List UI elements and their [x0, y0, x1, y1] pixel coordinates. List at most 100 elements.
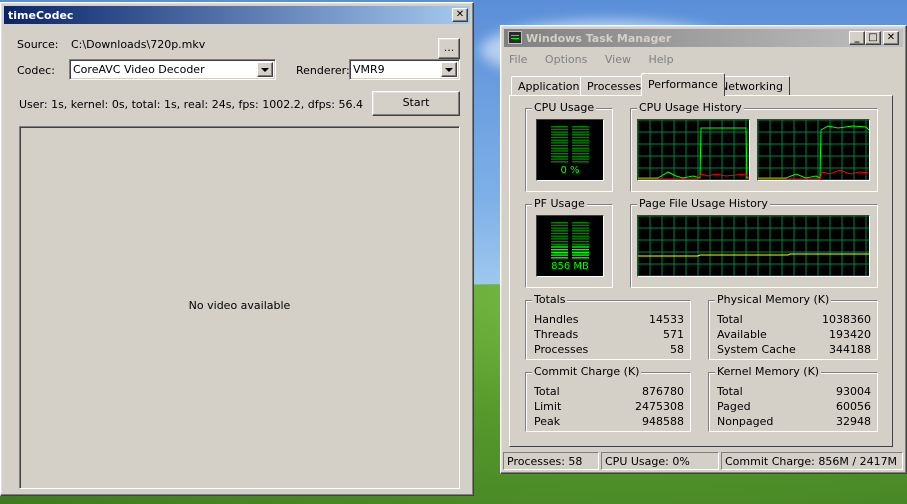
- meter-segment: [551, 131, 568, 133]
- meter-segment: [551, 134, 568, 136]
- physical-memory-label: Physical Memory (K): [715, 293, 832, 306]
- codec-select-value: CoreAVC Video Decoder: [73, 63, 205, 76]
- commit-peak-value: 948588: [642, 415, 684, 428]
- close-icon: ✕: [886, 32, 896, 43]
- pf-usage-group: PF Usage 856 MB: [525, 197, 613, 288]
- tab-label: Processes: [587, 80, 642, 93]
- maximize-icon: □: [868, 32, 878, 43]
- meter-segment: [572, 161, 589, 163]
- task-manager-titlebar[interactable]: Windows Task Manager _ □ ✕: [504, 29, 903, 47]
- kernel-memory-label: Kernel Memory (K): [715, 365, 822, 378]
- renderer-dropdown-button[interactable]: [441, 62, 457, 77]
- chevron-down-icon: [445, 67, 453, 72]
- task-manager-title: Windows Task Manager: [526, 31, 672, 45]
- close-icon: ✕: [455, 9, 465, 20]
- source-path: C:\Downloads\720p.mkv: [71, 38, 206, 51]
- meter-segment: [551, 240, 568, 243]
- tab-label: Performance: [648, 78, 718, 91]
- minimize-button[interactable]: _: [849, 31, 865, 45]
- meter-segment: [572, 243, 589, 245]
- start-button[interactable]: Start: [372, 91, 460, 116]
- close-button[interactable]: ✕: [883, 31, 899, 45]
- meter-segment: [572, 144, 589, 147]
- processes-label: Processes: [534, 343, 589, 356]
- codec-dropdown-button[interactable]: [257, 62, 273, 77]
- meter-segment: [572, 240, 589, 243]
- handles-value: 14533: [649, 313, 684, 326]
- menu-item-help[interactable]: Help: [648, 53, 673, 66]
- status-cpu-text: CPU Usage: 0%: [605, 455, 690, 468]
- tab-label: Networking: [720, 80, 783, 93]
- commit-peak-label: Peak: [534, 415, 561, 428]
- meter-segment: [551, 227, 568, 229]
- kernel-total-label: Total: [717, 385, 743, 398]
- meter-segment: [551, 158, 568, 160]
- meter-segment: [551, 150, 568, 152]
- cpu-usage-value: 0 %: [560, 165, 580, 176]
- cpu-usage-label: CPU Usage: [532, 101, 597, 114]
- menu-item-view[interactable]: View: [605, 53, 631, 66]
- start-button-label: Start: [402, 96, 430, 109]
- meter-segment: [572, 134, 589, 136]
- tab-performance[interactable]: Performance: [641, 73, 725, 96]
- browse-button-label: ...: [443, 41, 455, 54]
- meter-segment: [572, 238, 589, 240]
- kernel-nonpaged-value: 32948: [836, 415, 871, 428]
- meter-segment: [551, 230, 568, 232]
- cpu-history-chart-2: [757, 119, 870, 181]
- kernel-paged-value: 60056: [836, 400, 871, 413]
- browse-button[interactable]: ...: [438, 38, 460, 59]
- meter-segment: [572, 230, 589, 232]
- maximize-button[interactable]: □: [865, 31, 881, 45]
- meter-segment: [551, 254, 568, 256]
- menu-item-file[interactable]: File: [509, 53, 527, 66]
- pf-usage-label: PF Usage: [532, 197, 587, 210]
- totals-group: Totals Handles 14533 Threads 571 Process…: [525, 293, 691, 360]
- tab-processes[interactable]: Processes: [580, 76, 649, 96]
- meter-segment: [572, 257, 589, 259]
- cpu-history-graph-core-1: [637, 119, 750, 181]
- meter-segment: [572, 235, 589, 237]
- meter-segment: [572, 227, 589, 229]
- physical-available-value: 193420: [829, 328, 871, 341]
- renderer-select[interactable]: VMR9: [349, 59, 460, 80]
- processes-value: 58: [670, 343, 684, 356]
- meter-segment: [572, 232, 589, 235]
- commit-limit-value: 2475308: [635, 400, 684, 413]
- physical-memory-group: Physical Memory (K) Total 1038360 Availa…: [708, 293, 878, 360]
- kernel-total-value: 93004: [836, 385, 871, 398]
- meter-segment: [551, 238, 568, 240]
- meter-segment: [551, 128, 568, 131]
- meter-segment: [551, 161, 568, 163]
- meter-segment: [551, 257, 568, 259]
- physical-total-label: Total: [717, 313, 743, 326]
- close-button[interactable]: ✕: [452, 8, 468, 22]
- commit-total-value: 876780: [642, 385, 684, 398]
- meter-segment: [572, 126, 589, 128]
- pf-usage-value: 856 MB: [551, 261, 589, 272]
- meter-segment: [572, 249, 589, 251]
- pf-history-graph: [637, 215, 870, 277]
- pf-history-label: Page File Usage History: [637, 197, 770, 210]
- pf-usage-meter: 856 MB: [536, 215, 604, 277]
- meter-segment: [572, 150, 589, 152]
- codec-select[interactable]: CoreAVC Video Decoder: [69, 59, 276, 80]
- cpu-history-graph-core-2: [757, 119, 870, 181]
- minimize-icon: _: [854, 32, 860, 43]
- status-processes-text: Processes: 58: [507, 455, 583, 468]
- commit-charge-group: Commit Charge (K) Total 876780 Limit 247…: [525, 365, 691, 432]
- meter-segment: [572, 155, 589, 158]
- meter-segment: [572, 136, 589, 139]
- meter-segment: [551, 224, 568, 227]
- tab-label: Applications: [518, 80, 586, 93]
- meter-segment: [572, 224, 589, 227]
- cpu-usage-group: CPU Usage 0 %: [525, 101, 613, 192]
- timecodec-titlebar[interactable]: timeCodec ✕: [4, 6, 470, 24]
- task-manager-window: Windows Task Manager _ □ ✕ File Options …: [500, 25, 907, 474]
- timing-stats: User: 1s, kernel: 0s, total: 1s, real: 2…: [19, 98, 363, 111]
- meter-segment: [551, 136, 568, 139]
- meter-segment: [572, 158, 589, 160]
- pf-history-chart: [637, 215, 869, 277]
- menu-item-options[interactable]: Options: [545, 53, 587, 66]
- physical-available-label: Available: [717, 328, 767, 341]
